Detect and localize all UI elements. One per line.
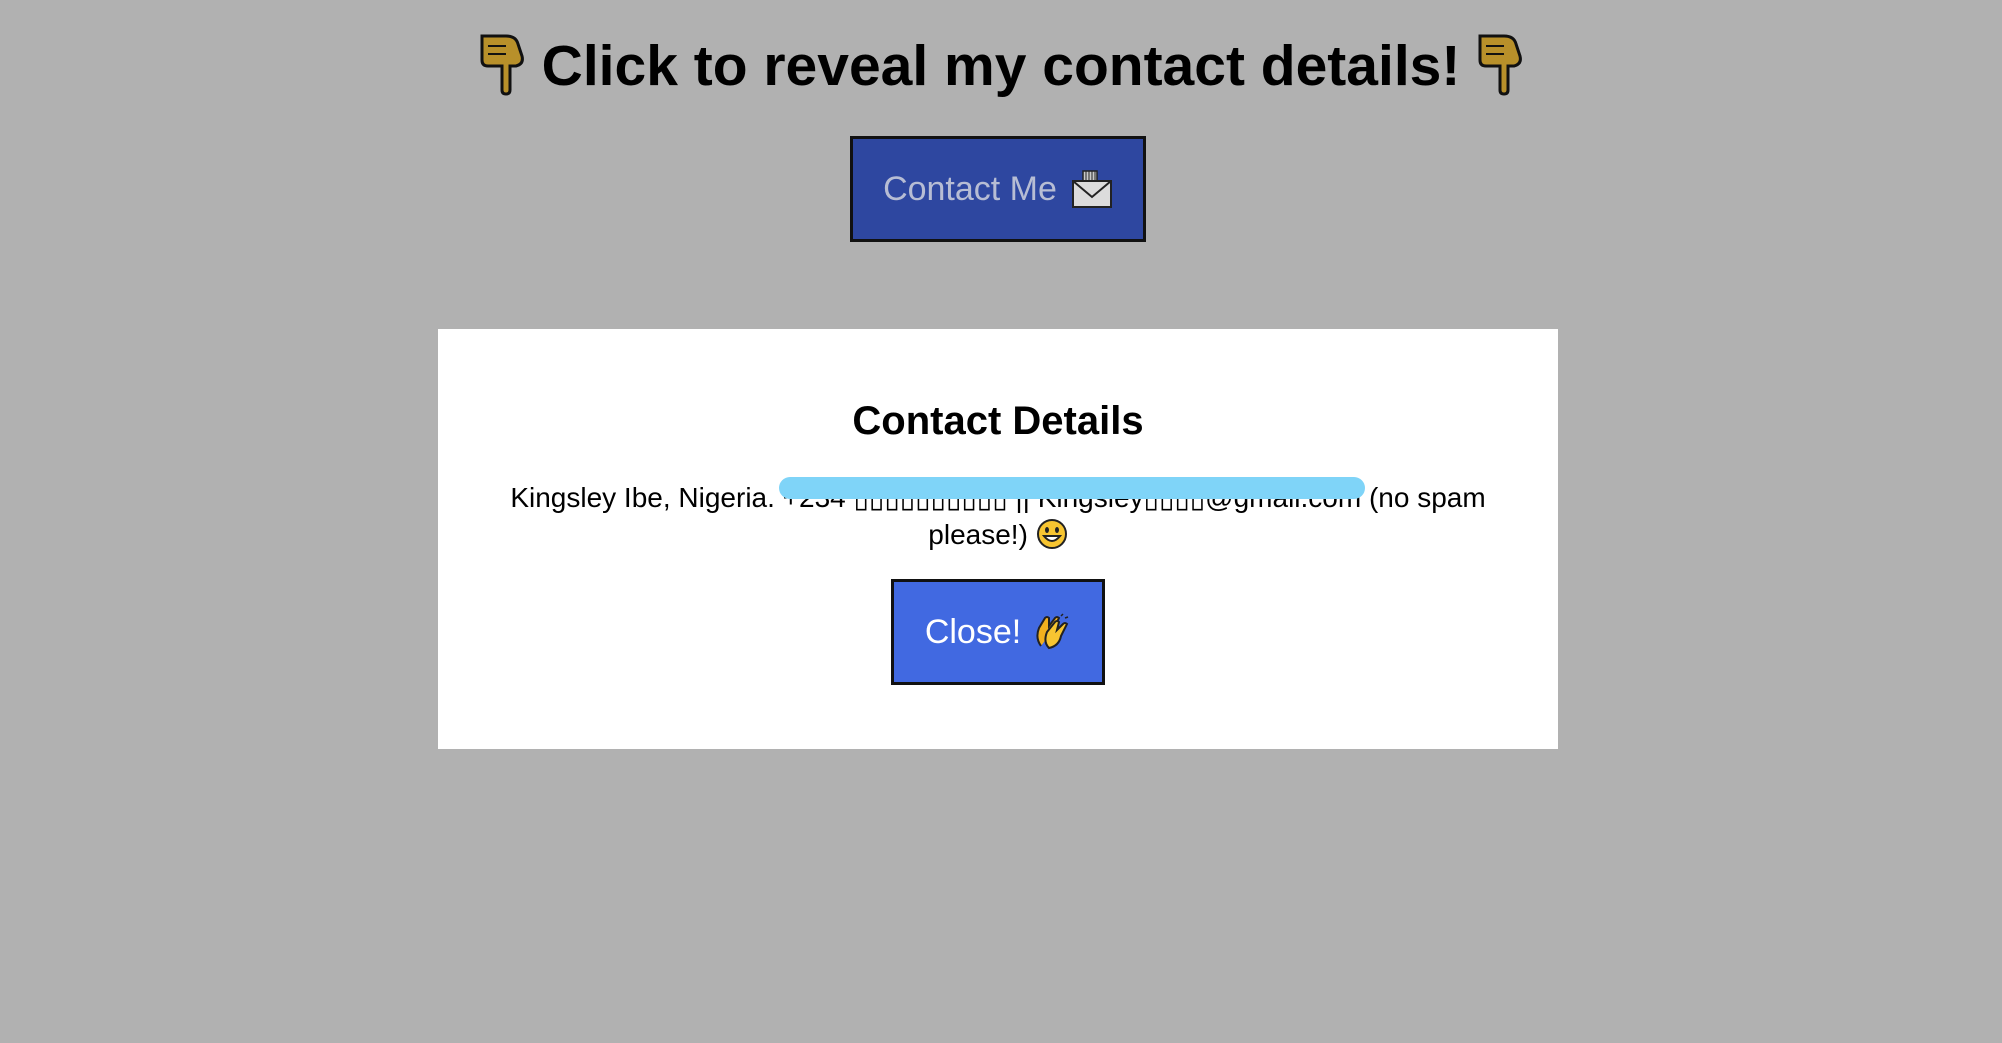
grinning-face-icon — [1036, 518, 1067, 549]
close-label: Close! — [924, 612, 1022, 651]
contact-details-modal: Contact Details Kingsley Ibe, Nigeria. +… — [438, 329, 1558, 749]
contact-name-location: Kingsley Ibe, Nigeria. — [510, 482, 775, 513]
contact-me-button[interactable]: Contact Me — [850, 136, 1146, 242]
contact-details-text: Kingsley Ibe, Nigeria. +234 ▯▯▯▯▯▯▯▯▯▯ |… — [498, 477, 1498, 553]
page-heading: Click to reveal my contact details! — [0, 28, 2002, 104]
contact-me-label: Contact Me — [883, 169, 1057, 208]
heading-text: Click to reveal my contact details! — [541, 34, 1461, 98]
pointing-down-hand-icon — [480, 34, 524, 96]
redaction-bar — [778, 477, 1366, 499]
envelope-icon — [1071, 170, 1112, 208]
redacted-contact-info: +234 ▯▯▯▯▯▯▯▯▯▯ || Kingsley▯▯▯▯@gmail.co… — [778, 477, 1366, 516]
close-button[interactable]: Close! — [891, 579, 1105, 685]
clapping-hands-icon — [1036, 613, 1069, 650]
modal-title: Contact Details — [852, 399, 1144, 443]
pointing-down-hand-icon — [1478, 34, 1523, 96]
